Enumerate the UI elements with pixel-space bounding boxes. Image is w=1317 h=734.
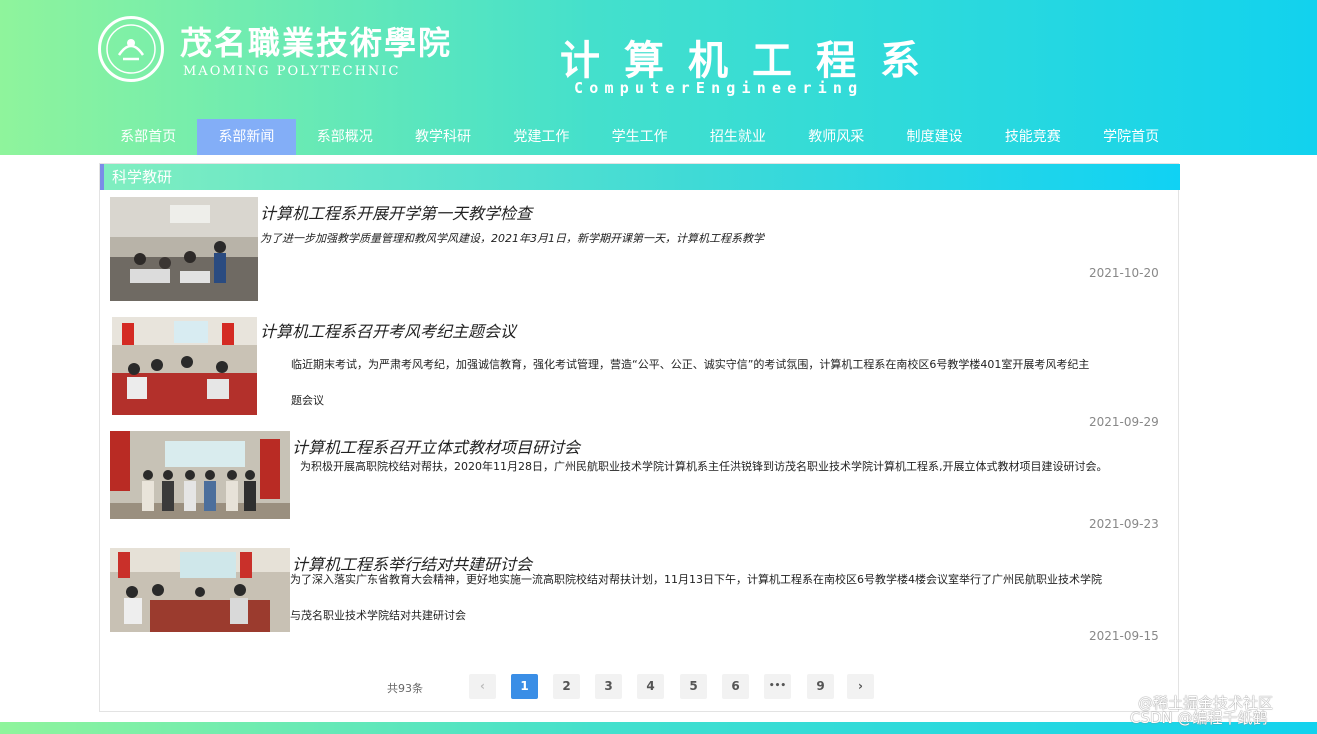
school-logo-icon[interactable] bbox=[98, 16, 164, 82]
nav-item-news[interactable]: 系部新闻 bbox=[197, 119, 296, 155]
news-summary-continued: 题会议 bbox=[291, 394, 324, 407]
nav-item-admissions[interactable]: 招生就业 bbox=[689, 119, 787, 155]
news-summary: 为了深入落实广东省教育大会精神，更好地实施一流高职院校结对帮扶计划，11月13日… bbox=[290, 573, 1102, 586]
school-name: 茂名職業技術學院 bbox=[180, 24, 453, 62]
news-thumbnail[interactable] bbox=[110, 431, 290, 519]
department-title: 计算机工程系 bbox=[560, 37, 944, 84]
panel-title: 科学教研 bbox=[112, 168, 173, 186]
page-button-4[interactable]: 4 bbox=[637, 674, 664, 699]
pagination: 共93条 ‹ 1 2 3 4 5 6 ••• 9 › bbox=[0, 674, 1317, 699]
news-summary: 临近期末考试，为严肃考风考纪，加强诚信教育，强化考试管理，营造“公平、公正、诚实… bbox=[291, 358, 1090, 371]
school-name-english: MAOMING POLYTECHNIC bbox=[183, 64, 401, 79]
nav-item-party[interactable]: 党建工作 bbox=[492, 119, 590, 155]
news-date: 2021-09-29 bbox=[1089, 415, 1159, 429]
news-title[interactable]: 计算机工程系召开考风考纪主题会议 bbox=[260, 318, 516, 342]
news-date: 2021-09-23 bbox=[1089, 517, 1159, 531]
page-button-2[interactable]: 2 bbox=[553, 674, 580, 699]
nav-item-research[interactable]: 教学科研 bbox=[394, 119, 492, 155]
news-date: 2021-10-20 bbox=[1089, 266, 1159, 280]
page-ellipsis-button[interactable]: ••• bbox=[764, 674, 791, 699]
news-summary-continued: 与茂名职业技术学院结对共建研讨会 bbox=[290, 609, 466, 622]
footer-bar bbox=[0, 722, 1317, 734]
prev-page-button[interactable]: ‹ bbox=[469, 674, 496, 699]
department-title-english: ComputerEngineering bbox=[574, 79, 864, 97]
total-count: 共93条 bbox=[387, 682, 423, 695]
page-button-3[interactable]: 3 bbox=[595, 674, 622, 699]
page-button-1[interactable]: 1 bbox=[511, 674, 538, 699]
next-page-button[interactable]: › bbox=[847, 674, 874, 699]
nav-item-students[interactable]: 学生工作 bbox=[590, 119, 688, 155]
watermark-line-2: CSDN @编程千纸鹤 bbox=[1130, 709, 1268, 727]
nav-item-teachers[interactable]: 教师风采 bbox=[787, 119, 885, 155]
nav-item-home[interactable]: 系部首页 bbox=[99, 119, 197, 155]
news-date: 2021-09-15 bbox=[1089, 629, 1159, 643]
news-thumbnail[interactable] bbox=[110, 548, 290, 632]
news-title[interactable]: 计算机工程系开展开学第一天教学检查 bbox=[260, 200, 532, 224]
panel-header: 科学教研 bbox=[100, 164, 1180, 190]
nav-item-overview[interactable]: 系部概况 bbox=[296, 119, 394, 155]
news-title[interactable]: 计算机工程系召开立体式教材项目研讨会 bbox=[292, 434, 580, 458]
news-summary: 为积极开展高职院校结对帮扶，2020年11月28日，广州民航职业技术学院计算机系… bbox=[300, 460, 1108, 473]
page-button-6[interactable]: 6 bbox=[722, 674, 749, 699]
main-nav: 系部首页 系部新闻 系部概况 教学科研 党建工作 学生工作 招生就业 教师风采 … bbox=[99, 119, 1180, 155]
news-summary: 为了进一步加强教学质量管理和教风学风建设，2021年3月1日，新学期开课第一天，… bbox=[260, 232, 764, 245]
news-thumbnail[interactable] bbox=[112, 317, 257, 415]
nav-item-competitions[interactable]: 技能竞赛 bbox=[984, 119, 1082, 155]
nav-item-regulations[interactable]: 制度建设 bbox=[885, 119, 983, 155]
site-header: 茂名職業技術學院 MAOMING POLYTECHNIC 计算机工程系 Comp… bbox=[0, 0, 1317, 155]
page-button-9[interactable]: 9 bbox=[807, 674, 834, 699]
page-button-5[interactable]: 5 bbox=[680, 674, 707, 699]
news-thumbnail[interactable] bbox=[110, 197, 258, 301]
nav-item-college-home[interactable]: 学院首页 bbox=[1082, 119, 1180, 155]
